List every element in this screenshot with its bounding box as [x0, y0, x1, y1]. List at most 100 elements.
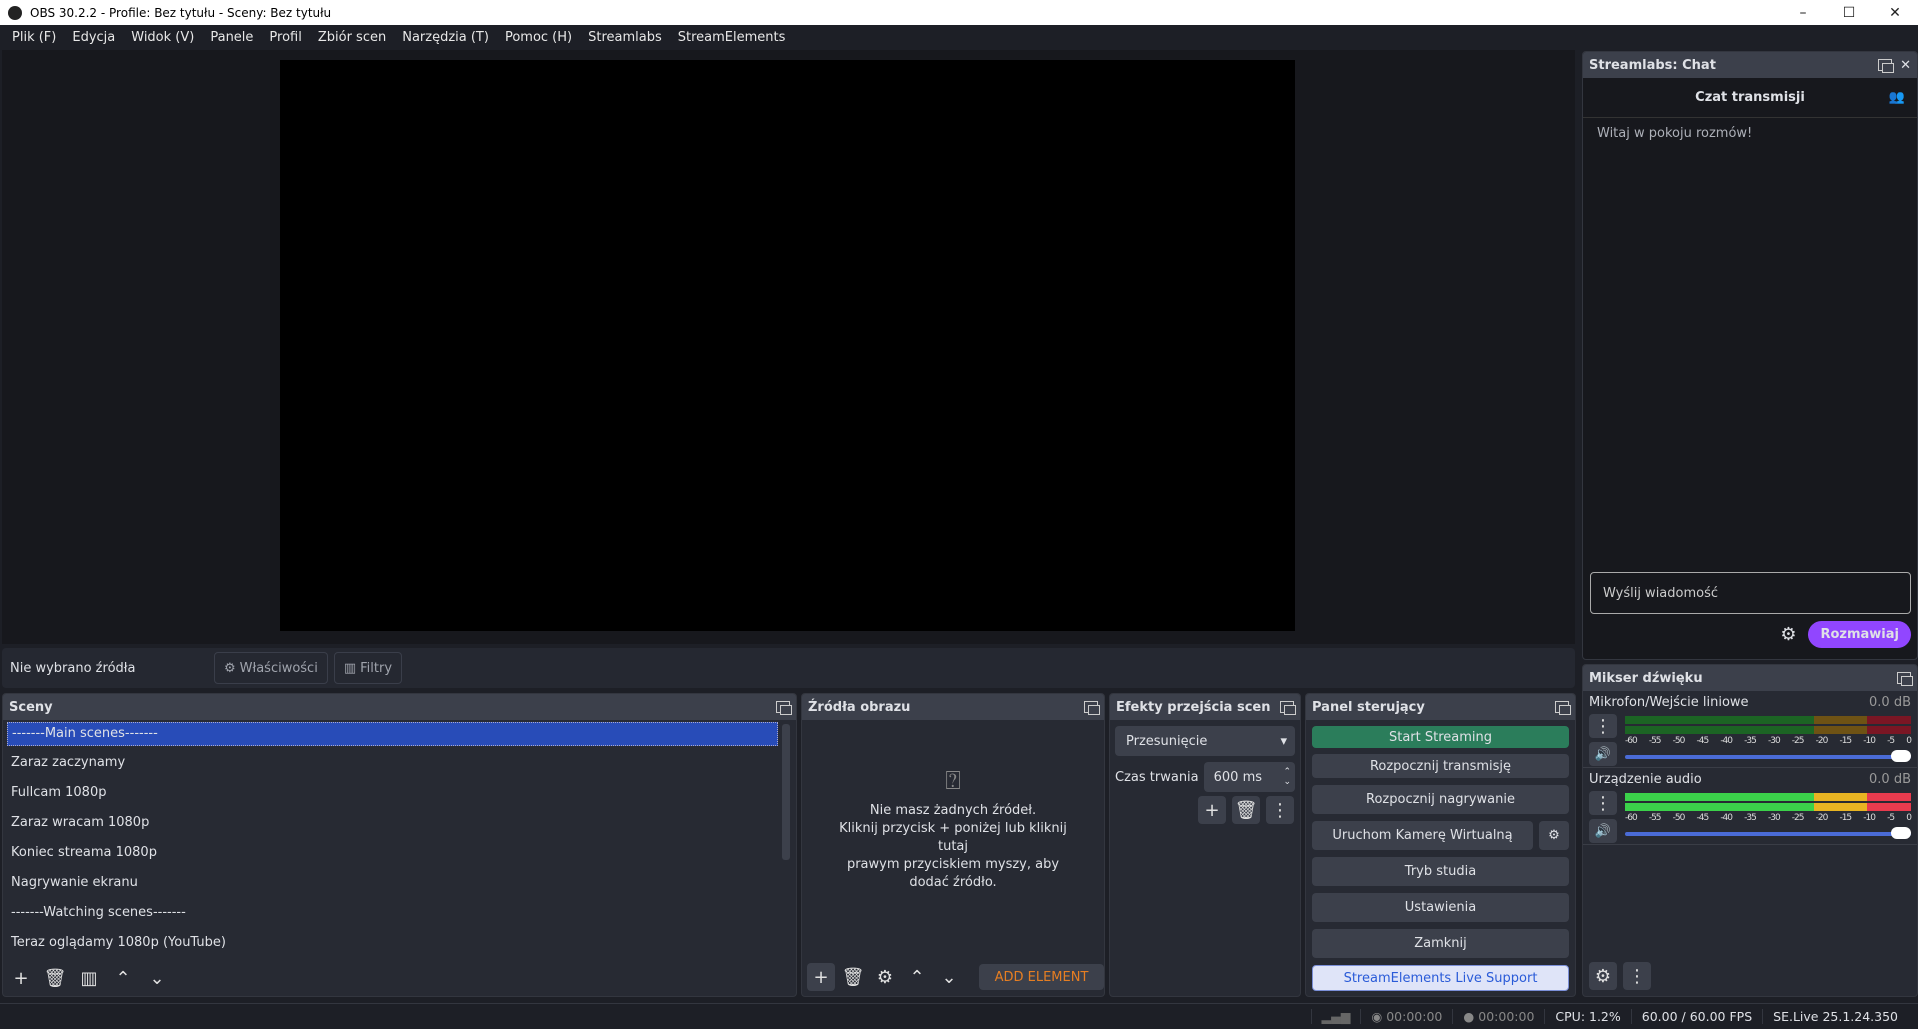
undock-icon[interactable]: [1280, 701, 1296, 715]
fps: 60.00 / 60.00 FPS: [1630, 1009, 1762, 1024]
properties-button[interactable]: ⚙ Właściwości: [214, 652, 328, 684]
filters-button[interactable]: ▥ Filtry: [333, 652, 403, 684]
meter-tick: -30: [1767, 736, 1781, 746]
start-recording-button[interactable]: Rozpocznij nagrywanie: [1312, 785, 1569, 814]
undock-icon[interactable]: [1878, 59, 1895, 73]
chat-dock: Streamlabs: Chat ✕ Czat transmisji 👥 Witaj…: [1582, 51, 1918, 660]
exit-button[interactable]: Zamknij: [1312, 929, 1569, 958]
streamelements-support-button[interactable]: StreamElements Live Support: [1312, 965, 1569, 991]
more-options-icon[interactable]: ⋮: [1266, 796, 1294, 824]
menu-docks[interactable]: Panele: [202, 30, 261, 45]
scene-item[interactable]: Zaraz wracam 1080p: [3, 808, 782, 838]
volume-slider-handle[interactable]: [1891, 750, 1911, 762]
menu-file[interactable]: Plik (F): [4, 30, 64, 45]
volume-slider[interactable]: [1625, 750, 1911, 762]
scenes-dock: Sceny -------Main scenes------- Zaraz za…: [2, 693, 797, 997]
volume-slider-handle[interactable]: [1891, 827, 1911, 839]
move-up-button[interactable]: ⌃: [903, 963, 931, 991]
scrollbar[interactable]: [782, 724, 790, 860]
trash-icon[interactable]: 🗑: [839, 963, 867, 991]
menu-scene-collection[interactable]: Zbiór scen: [310, 30, 394, 45]
scene-item[interactable]: Koniec streama 1080p: [3, 838, 782, 868]
close-window-button[interactable]: ✕: [1872, 5, 1918, 21]
meter-tick: -55: [1648, 736, 1662, 746]
undock-icon[interactable]: [1084, 701, 1100, 715]
add-scene-button[interactable]: +: [7, 964, 35, 992]
meter-tick: -60: [1625, 813, 1638, 823]
menu-edit[interactable]: Edycja: [64, 30, 123, 45]
meter-tick: -20: [1815, 736, 1829, 746]
meter-tick: -50: [1672, 736, 1686, 746]
gear-icon[interactable]: ⚙: [1539, 821, 1569, 850]
duration-spinbox[interactable]: 600 ms ⌃ ⌄: [1203, 762, 1295, 792]
spin-arrows-icon[interactable]: ⌃ ⌄: [1283, 767, 1291, 787]
scene-item[interactable]: Zaraz zaczynamy: [3, 748, 782, 778]
menu-streamelements[interactable]: StreamElements: [670, 30, 794, 45]
scene-item[interactable]: Nagrywanie ekranu: [3, 868, 782, 898]
trash-icon[interactable]: 🗑: [41, 964, 69, 992]
scene-item[interactable]: -------Main scenes-------: [7, 722, 778, 746]
scene-item[interactable]: Teraz oglądamy 1080p (YouTube): [3, 928, 782, 958]
meter-tick: 0: [1906, 736, 1912, 746]
meter-tick: -15: [1839, 736, 1852, 746]
menu-help[interactable]: Pomoc (H): [497, 30, 580, 45]
settings-button[interactable]: Ustawienia: [1312, 893, 1569, 922]
scene-filters-button[interactable]: ▥: [75, 964, 103, 992]
empty-sources-message[interactable]: ⍰ Nie masz żadnych źródeł. Kliknij przyc…: [802, 768, 1104, 892]
chat-header-title: Czat transmisji: [1695, 90, 1805, 105]
start-streaming-button[interactable]: Start Streaming: [1312, 726, 1569, 748]
add-transition-button[interactable]: +: [1198, 796, 1226, 824]
version: SE.Live 25.1.24.350: [1762, 1009, 1918, 1024]
minimize-button[interactable]: –: [1780, 5, 1826, 21]
duration-label: Czas trwania: [1115, 769, 1199, 785]
move-up-button[interactable]: ⌃: [109, 964, 137, 992]
menu-profile[interactable]: Profil: [261, 30, 309, 45]
undock-icon[interactable]: [1555, 701, 1571, 715]
dock-title: Efekty przejścia scen: [1116, 699, 1271, 715]
mixer-channel: Urządzenie audio 0.0 dB ⋮ 🔊 -60 -55 -50 -45 -4…: [1583, 768, 1917, 845]
chat-header: Czat transmisji 👥: [1583, 78, 1917, 118]
users-icon[interactable]: 👥: [1889, 90, 1905, 105]
scene-item[interactable]: -------Watching scenes-------: [3, 898, 782, 928]
close-icon[interactable]: ✕: [1900, 58, 1911, 73]
channel-name: Urządzenie audio: [1589, 772, 1702, 787]
start-broadcast-button[interactable]: Rozpocznij transmisję: [1312, 754, 1569, 778]
empty-line: tutaj: [937, 839, 968, 854]
meter-tick: -30: [1767, 813, 1781, 823]
trash-icon[interactable]: 🗑: [1232, 796, 1260, 824]
add-source-button[interactable]: +: [807, 963, 835, 991]
undock-icon[interactable]: [1897, 672, 1913, 686]
transition-select[interactable]: Przesunięcie ▾: [1115, 726, 1295, 756]
undock-icon[interactable]: [776, 701, 792, 715]
dock-title: Sceny: [9, 699, 53, 715]
speaker-icon[interactable]: 🔊: [1589, 819, 1617, 843]
preview-canvas[interactable]: [280, 60, 1295, 631]
gear-icon[interactable]: ⚙: [1780, 624, 1796, 645]
gear-icon[interactable]: ⚙: [871, 963, 899, 991]
cpu-usage: CPU: 1.2%: [1544, 1009, 1630, 1024]
menu-tools[interactable]: Narzędzia (T): [394, 30, 497, 45]
move-down-button[interactable]: ⌄: [935, 963, 963, 991]
menu-view[interactable]: Widok (V): [123, 30, 202, 45]
more-options-icon[interactable]: ⋮: [1623, 962, 1651, 990]
menu-streamlabs[interactable]: Streamlabs: [580, 30, 670, 45]
empty-line: Kliknij przycisk + poniżej lub kliknij: [839, 821, 1067, 836]
move-down-button[interactable]: ⌄: [143, 964, 171, 992]
duration-value: 600 ms: [1213, 769, 1263, 785]
add-element-button[interactable]: ADD ELEMENT: [979, 964, 1104, 990]
advanced-audio-properties-icon[interactable]: ⚙: [1589, 962, 1617, 990]
channel-db: 0.0 dB: [1869, 695, 1911, 710]
more-options-icon[interactable]: ⋮: [1589, 791, 1617, 815]
maximize-button[interactable]: ☐: [1826, 5, 1872, 21]
volume-slider[interactable]: [1625, 827, 1911, 839]
chat-message-input[interactable]: Wyślij wiadomość: [1590, 572, 1911, 614]
dock-title: Źródła obrazu: [808, 699, 911, 715]
channel-name: Mikrofon/Wejście liniowe: [1589, 695, 1749, 710]
more-options-icon[interactable]: ⋮: [1589, 714, 1617, 738]
chat-welcome-message: Witaj w pokoju rozmów!: [1597, 126, 1753, 141]
chat-send-button[interactable]: Rozmawiaj: [1808, 621, 1911, 648]
start-virtual-camera-button[interactable]: Uruchom Kamerę Wirtualną: [1312, 821, 1533, 850]
studio-mode-button[interactable]: Tryb studia: [1312, 857, 1569, 886]
scene-item[interactable]: Fullcam 1080p: [3, 778, 782, 808]
speaker-icon[interactable]: 🔊: [1589, 742, 1617, 766]
